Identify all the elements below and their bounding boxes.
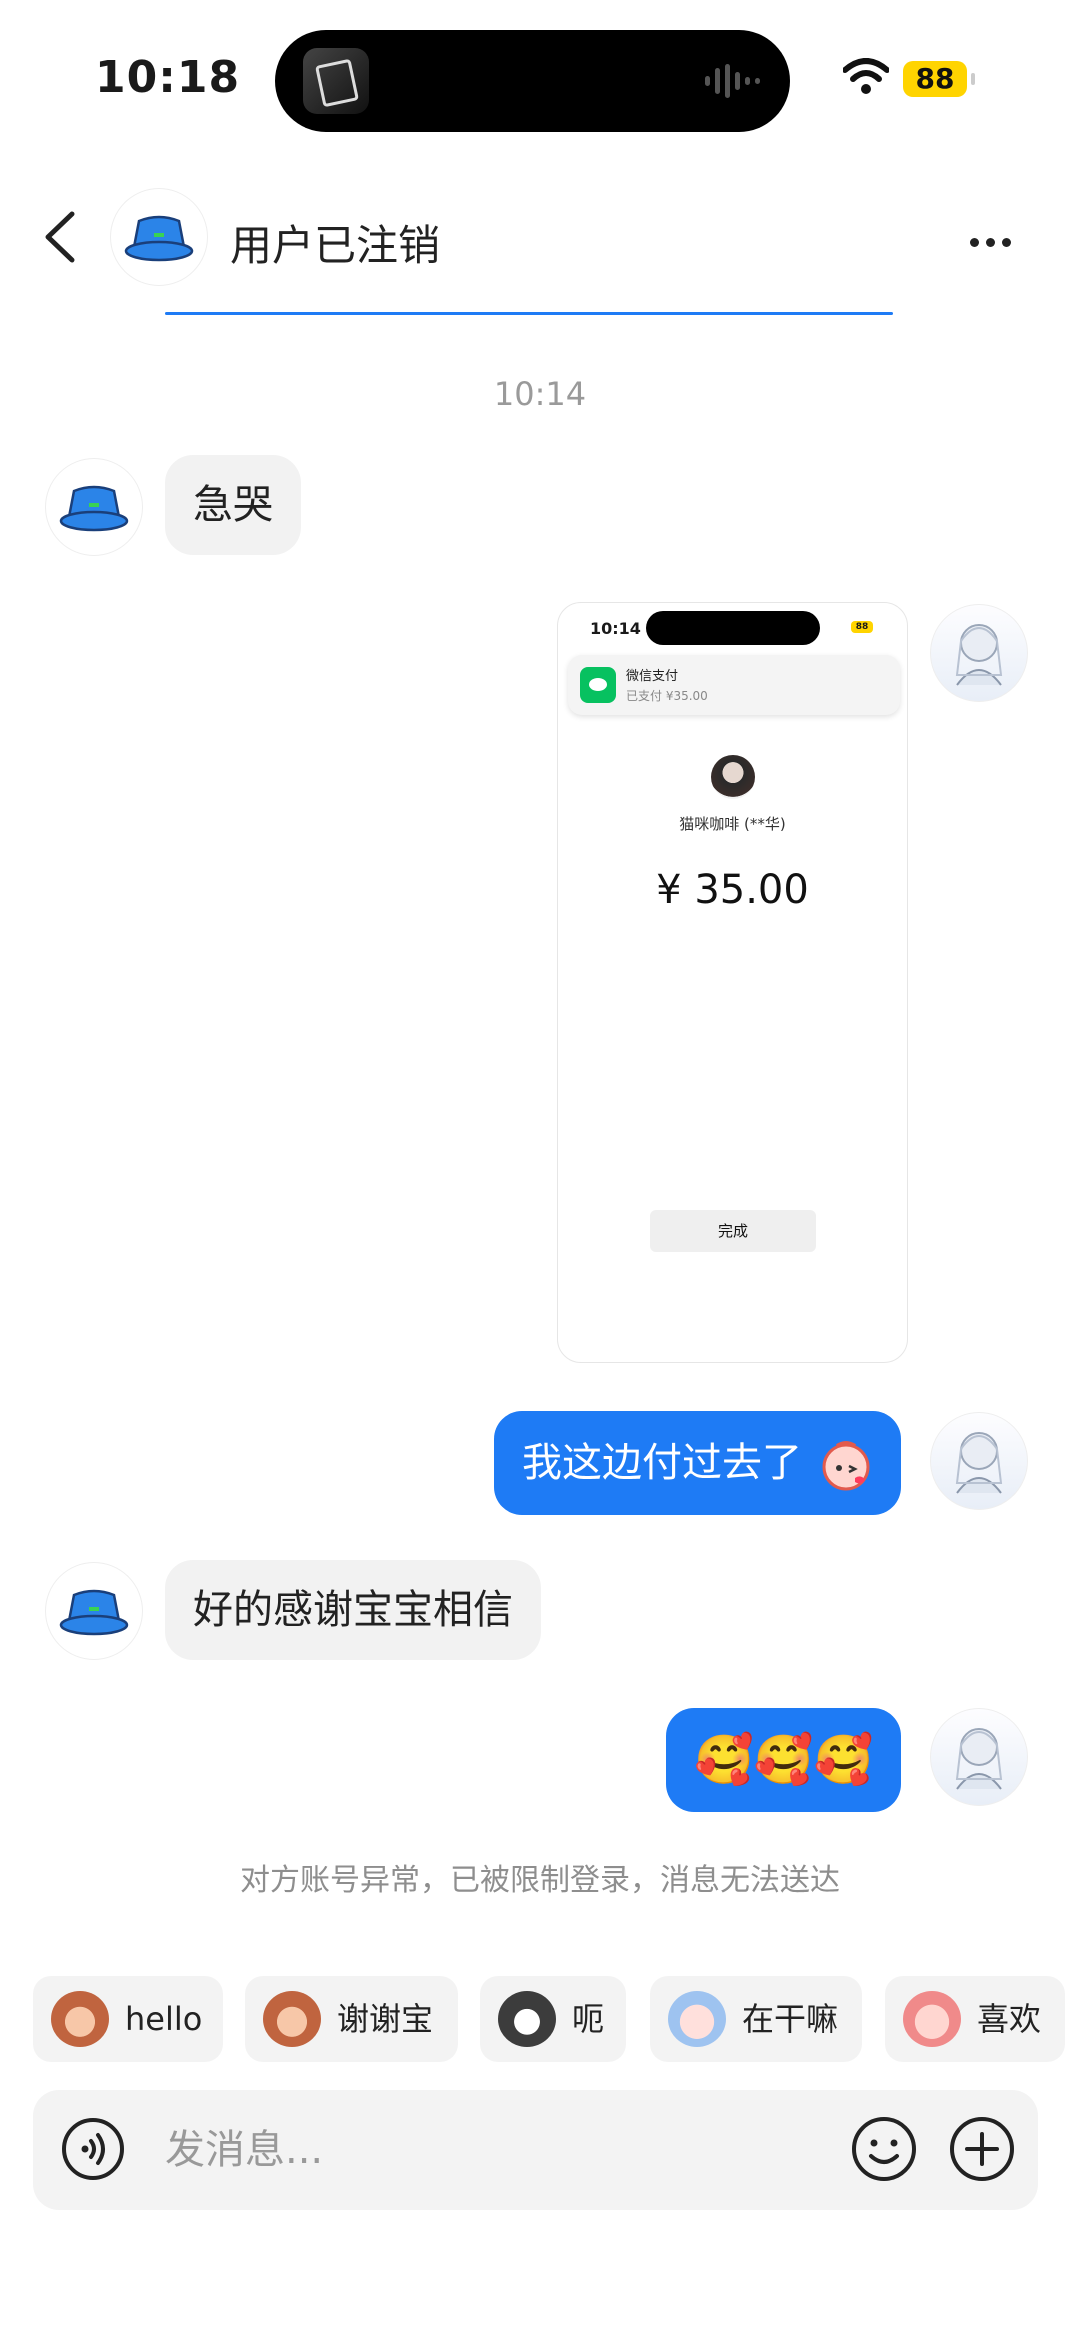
quick-reply-thanks[interactable]: 谢谢宝 — [245, 1976, 458, 2062]
bucket-hat-icon — [59, 1589, 129, 1636]
message-bubble-received[interactable]: 好的感谢宝宝相信 — [165, 1560, 541, 1660]
anime-girl-avatar-icon — [955, 1432, 1003, 1494]
pig-heart-sticker-icon — [903, 1991, 961, 2047]
pig-magnifier-sticker-icon — [668, 1991, 726, 2047]
battery-indicator: 88 — [903, 61, 975, 97]
notification-title: 微信支付 — [626, 669, 679, 684]
quick-reply-label: 在干嘛 — [742, 2000, 839, 2038]
my-avatar[interactable] — [930, 1708, 1028, 1806]
quick-reply-like[interactable]: 喜欢 — [885, 1976, 1065, 2062]
contact-avatar[interactable] — [45, 1562, 143, 1660]
done-button: 完成 — [650, 1210, 816, 1252]
merchant-name: 猫咪咖啡 (**华) — [679, 815, 786, 833]
screenshot-battery: 88 — [851, 621, 873, 633]
message-input[interactable]: 发消息... — [165, 2090, 323, 2210]
message-text: 我这边付过去了 — [522, 1440, 802, 1486]
delivery-failed-notice: 对方账号异常，已被限制登录，消息无法送达 — [240, 1863, 840, 1898]
quick-reply-what-doing[interactable]: 在干嘛 — [650, 1976, 862, 2062]
quick-reply-label: hello — [125, 2000, 203, 2038]
monkey-rose-sticker-icon — [263, 1991, 321, 2047]
contact-avatar[interactable] — [45, 458, 143, 556]
header-divider — [165, 312, 893, 315]
emoji-icon[interactable] — [851, 2116, 917, 2182]
kiss-sticker-icon — [822, 1441, 870, 1491]
merchant-avatar — [711, 755, 755, 799]
quick-reply-label: 喜欢 — [977, 2000, 1042, 2038]
audio-waveform-icon — [705, 64, 765, 98]
my-avatar[interactable] — [930, 1412, 1028, 1510]
quick-reply-uh[interactable]: 呃 — [480, 1976, 626, 2062]
voice-input-icon[interactable] — [61, 2117, 125, 2181]
wifi-icon — [843, 58, 889, 94]
screenshot-time: 10:14 — [590, 619, 641, 638]
payment-screenshot-image[interactable]: 10:14 88 微信支付 已支付 ¥35.00 猫咪咖啡 (**华) ¥ 35… — [557, 602, 908, 1363]
message-bubble-sent[interactable]: 我这边付过去了 — [494, 1411, 901, 1515]
quick-reply-label: 呃 — [572, 2000, 605, 2038]
message-timestamp: 10:14 — [493, 375, 587, 413]
screenshot-dynamic-island — [646, 611, 820, 645]
now-playing-artwork — [303, 48, 369, 114]
bucket-hat-icon — [124, 215, 194, 262]
contact-avatar[interactable] — [110, 188, 208, 286]
dynamic-island — [275, 30, 790, 132]
notification-subtitle: 已支付 ¥35.00 — [626, 689, 708, 703]
quick-reply-label: 谢谢宝 — [337, 2000, 434, 2038]
anime-girl-avatar-icon — [955, 624, 1003, 686]
bucket-hat-icon — [59, 485, 129, 532]
payment-amount: ¥ 35.00 — [656, 867, 809, 913]
status-time: 10:18 — [95, 52, 241, 103]
quick-reply-hello[interactable]: hello — [33, 1976, 223, 2062]
anime-girl-avatar-icon — [955, 1728, 1003, 1790]
message-input-bar: 发消息... — [33, 2090, 1038, 2210]
message-bubble-sent[interactable]: 🥰🥰🥰 — [666, 1708, 902, 1812]
chat-title: 用户已注销 — [230, 221, 441, 270]
message-bubble-received[interactable]: 急哭 — [165, 455, 301, 555]
more-options-icon[interactable] — [970, 232, 1020, 247]
back-icon[interactable] — [40, 210, 80, 264]
my-avatar[interactable] — [930, 604, 1028, 702]
wechat-pay-icon — [580, 667, 616, 703]
plus-icon[interactable] — [949, 2116, 1015, 2182]
cat-sticker-icon — [498, 1991, 556, 2047]
payment-notification: 微信支付 已支付 ¥35.00 — [568, 655, 900, 715]
monkey-sticker-icon — [51, 1991, 109, 2047]
